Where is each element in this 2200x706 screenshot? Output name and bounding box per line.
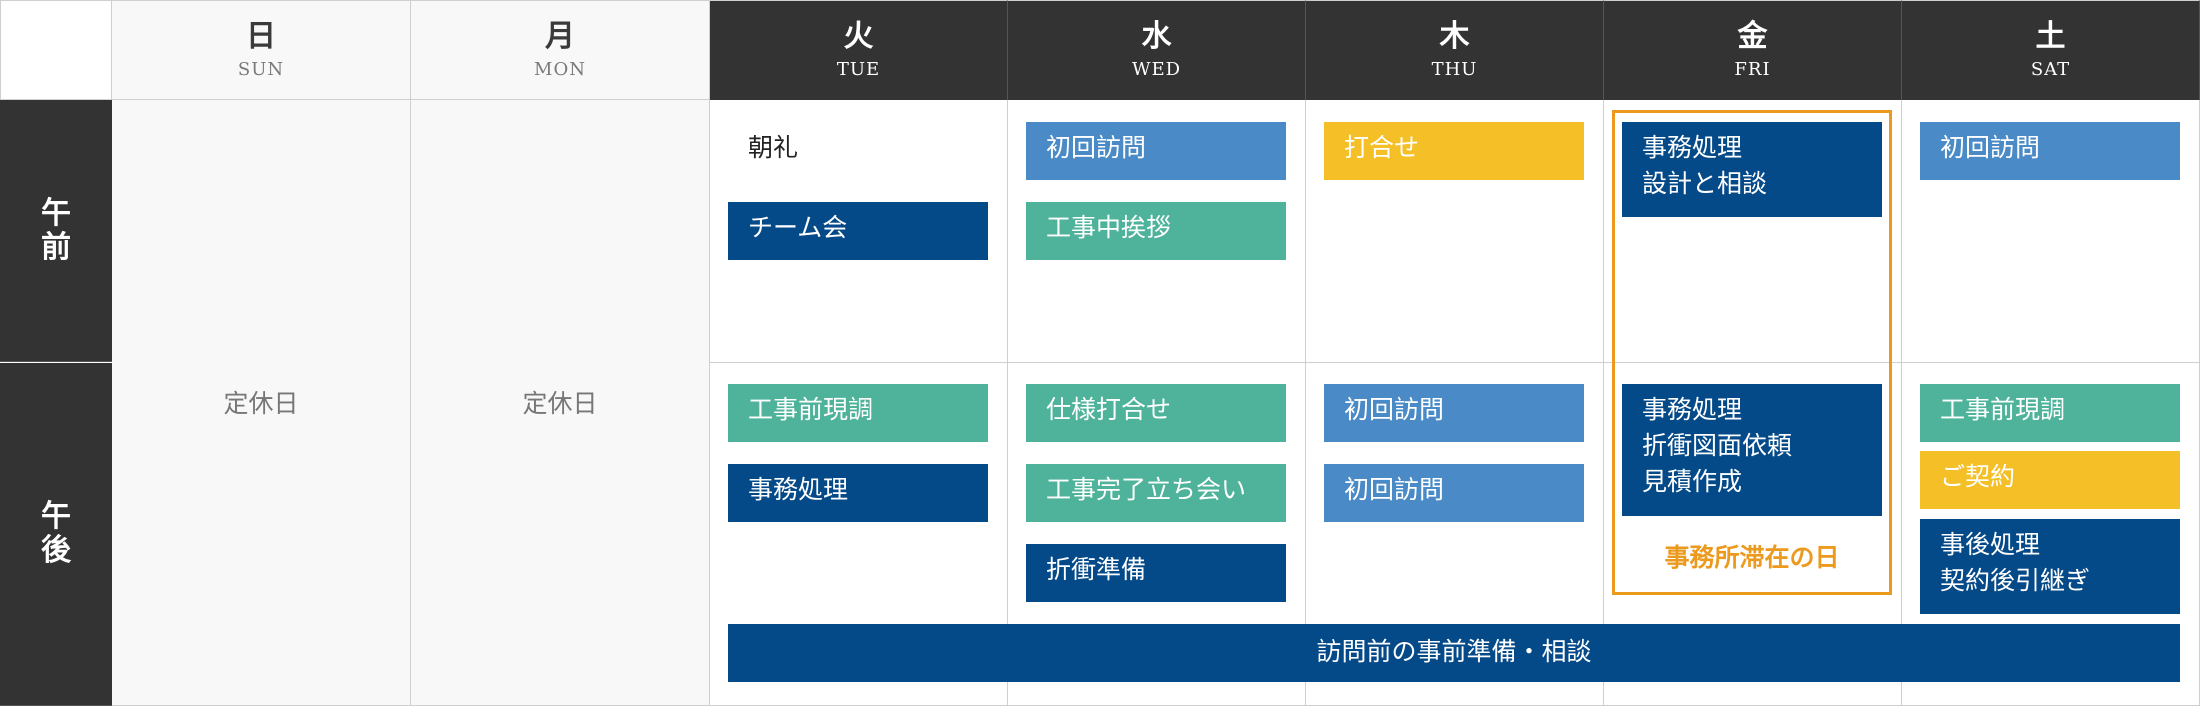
corner-cell — [0, 0, 112, 100]
day-header-sat: 土 SAT — [1902, 0, 2200, 100]
event-tue-pm-1: 工事前現調 — [728, 384, 988, 442]
day-kanji: 日 — [246, 19, 276, 54]
period-pm-label: 午 後 — [0, 363, 112, 706]
event-sat-pm-1: 工事前現調 — [1920, 384, 2180, 442]
day-english: SUN — [237, 59, 285, 80]
closed-sun: 定休日 — [112, 100, 411, 706]
event-wed-pm-1: 仕様打合せ — [1026, 384, 1286, 442]
day-header-sun: 日 SUN — [112, 0, 411, 100]
shared-prep-event: 訪問前の事前準備・相談 — [728, 624, 2180, 682]
day-english: THU — [1431, 59, 1478, 80]
event-fri-pm-1: 事務処理 折衝図面依頼 見積作成 — [1622, 384, 1882, 516]
event-thu-pm-1: 初回訪問 — [1324, 384, 1584, 442]
period-char: 後 — [41, 533, 71, 568]
office-day-label: 事務所滞在の日 — [1664, 543, 1840, 572]
am-pm-divider — [710, 362, 2200, 363]
event-sat-am-1: 初回訪問 — [1920, 122, 2180, 180]
day-header-fri: 金 FRI — [1604, 0, 1902, 100]
day-english: SAT — [2030, 59, 2071, 80]
period-am-label: 午 前 — [0, 100, 112, 362]
day-kanji: 水 — [1141, 19, 1172, 54]
day-kanji: 月 — [545, 19, 575, 54]
day-english: FRI — [1734, 59, 1771, 80]
period-char: 前 — [41, 230, 71, 265]
event-thu-am-1: 打合せ — [1324, 122, 1584, 180]
day-kanji: 木 — [1439, 19, 1470, 54]
closed-label: 定休日 — [522, 389, 598, 418]
event-tue-am-1: 朝礼 — [748, 133, 799, 162]
event-wed-pm-2: 工事完了立ち会い — [1026, 464, 1286, 522]
day-kanji: 金 — [1737, 19, 1768, 54]
event-fri-am-1: 事務処理 設計と相談 — [1622, 122, 1882, 217]
event-thu-pm-2: 初回訪問 — [1324, 464, 1584, 522]
day-header-wed: 水 WED — [1008, 0, 1306, 100]
event-wed-pm-3: 折衝準備 — [1026, 544, 1286, 602]
closed-label: 定休日 — [223, 389, 299, 418]
event-tue-am-2: チーム会 — [728, 202, 988, 260]
day-kanji: 土 — [2035, 19, 2066, 54]
event-sat-pm-2: ご契約 — [1920, 451, 2180, 509]
period-char: 午 — [41, 196, 71, 231]
period-char: 午 — [41, 499, 71, 534]
day-english: TUE — [836, 59, 881, 80]
day-english: MON — [534, 59, 586, 80]
day-header-thu: 木 THU — [1306, 0, 1604, 100]
event-wed-am-1: 初回訪問 — [1026, 122, 1286, 180]
day-header-mon: 月 MON — [411, 0, 710, 100]
day-english: WED — [1131, 59, 1182, 80]
event-tue-pm-2: 事務処理 — [728, 464, 988, 522]
event-wed-am-2: 工事中挨拶 — [1026, 202, 1286, 260]
day-header-tue: 火 TUE — [710, 0, 1008, 100]
closed-mon: 定休日 — [411, 100, 710, 706]
day-kanji: 火 — [843, 19, 874, 54]
event-sat-pm-3: 事後処理 契約後引継ぎ — [1920, 519, 2180, 614]
